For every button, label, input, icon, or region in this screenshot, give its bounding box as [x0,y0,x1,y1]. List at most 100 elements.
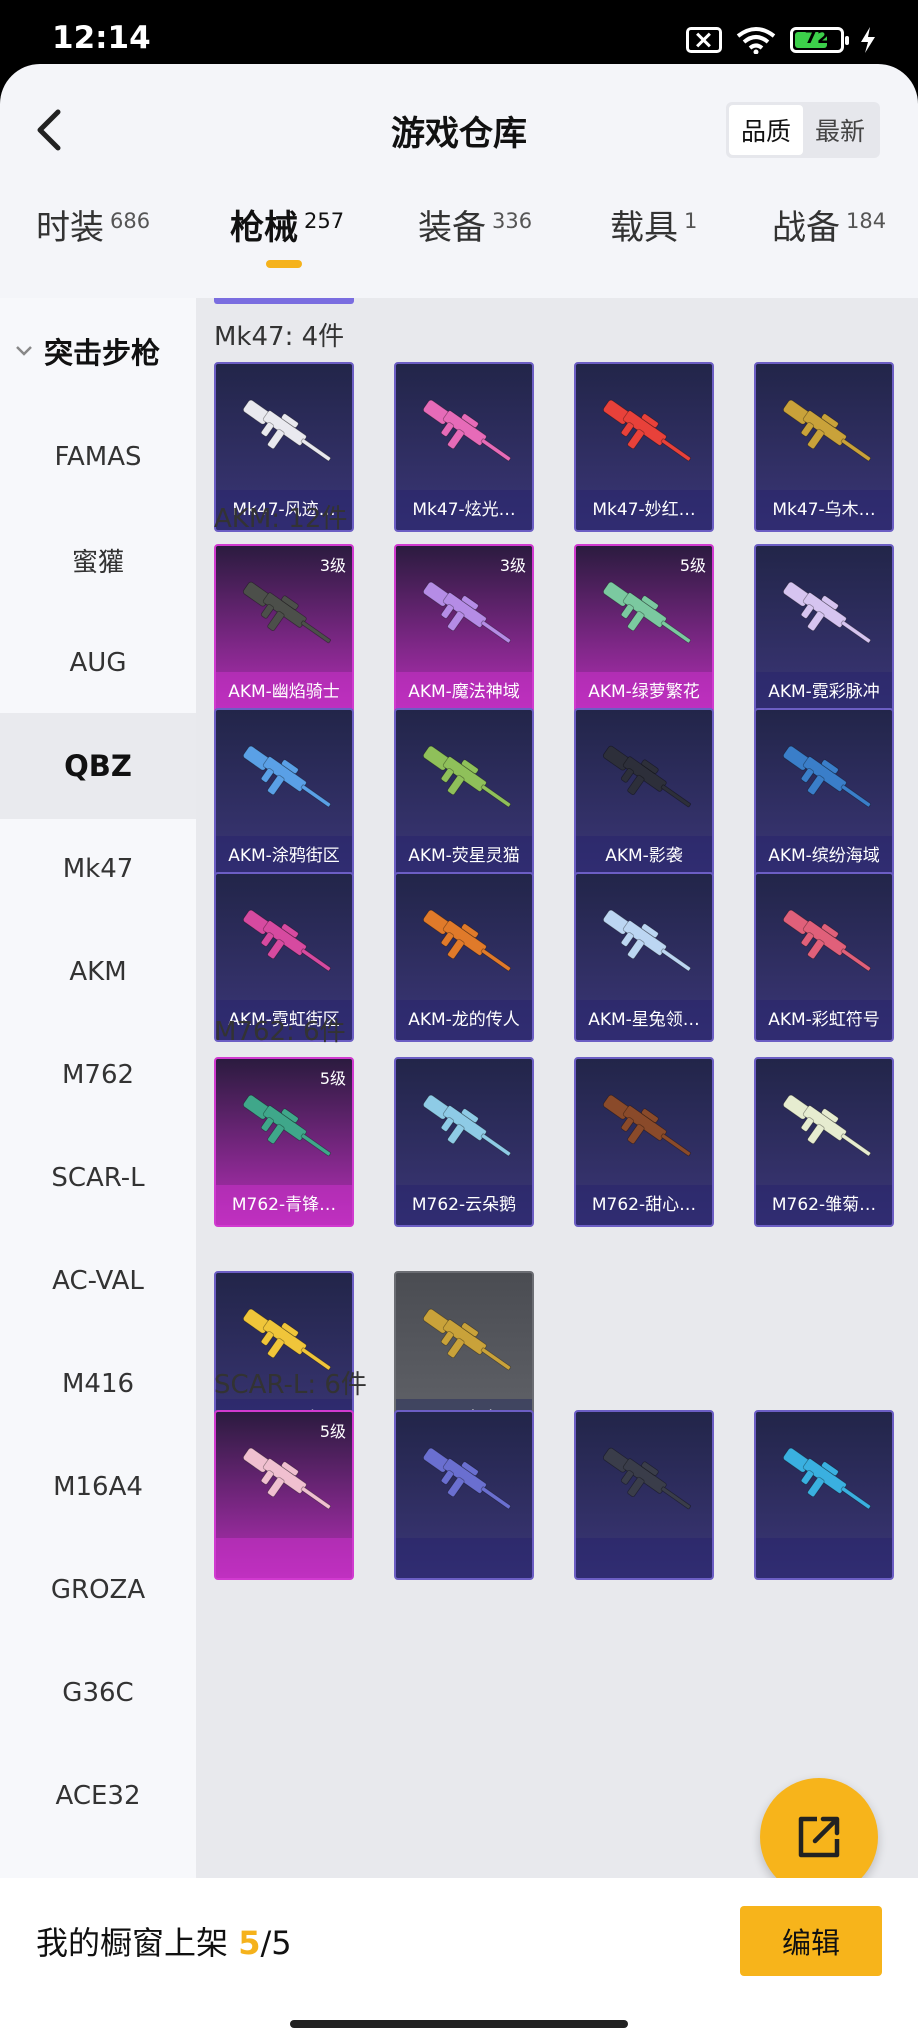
weapon-card[interactable]: AKM-影袭 [574,708,714,878]
weapon-level: 5级 [319,1069,346,1088]
weapon-icon [782,581,871,644]
tab-label: 载具 [610,208,678,248]
weapon-card[interactable]: Mk47-炫光… [394,362,534,532]
weapon-name: M762-云朵鹅 [396,1185,532,1225]
weapon-name: AKM-绿萝繁花 [576,672,712,712]
sidebar-item[interactable]: SCAR-L [0,1125,196,1231]
weapon-icon [602,1094,691,1157]
weapon-card[interactable]: AKM-涂鸦街区 [214,708,354,878]
weapon-card[interactable]: M762-云朵鹅 [394,1057,534,1227]
weapon-icon [602,745,691,808]
weapon-card[interactable]: 5级 AKM-绿萝繁花 [574,544,714,714]
weapon-card[interactable] [754,1410,894,1580]
sidebar-item[interactable]: ACE32 [0,1743,196,1849]
weapon-name: M762-甜心… [576,1185,712,1225]
battery-icon: 72 [790,27,849,53]
weapon-name [216,1538,352,1578]
weapon-icon [782,399,871,462]
weapon-card[interactable]: AKM-荧星灵猫 [394,708,534,878]
weapon-card[interactable]: AKM-彩虹符号 [754,872,894,1042]
weapon-sidebar: 突击步枪 FAMAS 蜜獾 AUG QBZ Mk47 AKM M762 SCAR-L AC-VA… [0,298,196,1942]
tab-vehicles[interactable]: 载具 1 [610,206,697,290]
status-time: 12:14 [52,20,151,56]
home-indicator[interactable] [290,2020,628,2028]
category-tabs: 时装 686 枪械 257 装备 336 载具 1 战备 184 [0,206,918,290]
section-title: Mk47: 4件 [214,322,345,352]
weapon-name: M762-青锋… [216,1185,352,1225]
weapon-name: AKM-影袭 [576,836,712,876]
sidebar-item[interactable]: M16A4 [0,1434,196,1540]
chevron-down-icon [16,346,32,356]
sidebar-group-assault-rifles[interactable]: 突击步枪 [0,298,196,404]
weapon-grid[interactable]: Mk47: 4件 Mk47-风迹… Mk47-炫光… Mk47-妙红… Mk47-乌木…… [196,298,918,1942]
charging-icon [861,27,875,53]
weapon-icon [422,909,511,972]
weapon-name: Mk47-妙红… [576,490,712,530]
scrolled-card-edge [214,298,354,304]
sort-option-newest[interactable]: 最新 [803,105,877,155]
weapon-name: AKM-星兔领… [576,1000,712,1040]
tab-count: 184 [846,209,887,233]
weapon-card[interactable] [574,1410,714,1580]
sidebar-item[interactable]: QBZ [0,713,196,819]
weapon-icon [782,909,871,972]
weapon-level: 5级 [319,1422,346,1441]
weapon-name: Mk47-乌木… [756,490,892,530]
weapon-name: AKM-霓彩脉冲 [756,672,892,712]
weapon-name: Mk47-炫光… [396,490,532,530]
weapon-icon [242,581,331,644]
weapon-icon [782,745,871,808]
sidebar-item[interactable]: M416 [0,1331,196,1437]
weapon-card[interactable] [394,1410,534,1580]
tab-supplies[interactable]: 战备 184 [772,206,886,290]
tab-label: 时装 [36,208,104,248]
tab-fashion[interactable]: 时装 686 [36,206,150,290]
tab-label: 战备 [772,208,840,248]
weapon-icon [422,745,511,808]
section-title: AKM: 12件 [214,504,348,534]
sidebar-item[interactable]: AKM [0,919,196,1025]
edit-button[interactable]: 编辑 [740,1906,882,1976]
tab-equipment[interactable]: 装备 336 [418,206,532,290]
weapon-level: 3级 [499,556,526,575]
sidebar-item[interactable]: Mk47 [0,816,196,922]
weapon-card[interactable]: AKM-龙的传人 [394,872,534,1042]
showcase-current: 5 [238,1924,261,1962]
sidebar-item[interactable]: AC-VAL [0,1228,196,1334]
weapon-card[interactable]: AKM-星兔领… [574,872,714,1042]
weapon-card[interactable]: Mk47-乌木… [754,362,894,532]
weapon-card[interactable]: M762-甜心… [574,1057,714,1227]
weapon-card[interactable]: M762-雏菊… [754,1057,894,1227]
sidebar-item[interactable]: AUG [0,610,196,716]
weapon-card[interactable]: Mk47-妙红… [574,362,714,532]
tab-count: 257 [304,209,345,233]
weapon-icon [242,1094,331,1157]
weapon-name: M762-雏菊… [756,1185,892,1225]
weapon-icon [602,1447,691,1510]
sidebar-group-label: 突击步枪 [44,336,161,370]
weapon-icon [602,581,691,644]
status-icons: 72 [686,26,878,54]
weapon-icon [782,1094,871,1157]
wifi-icon [736,27,776,54]
weapon-card[interactable]: 3级 AKM-幽焰骑士 [214,544,354,714]
sort-option-quality[interactable]: 品质 [729,105,803,155]
sidebar-item[interactable]: 蜜獾 [0,507,196,613]
weapon-card[interactable]: AKM-霓彩脉冲 [754,544,894,714]
sidebar-item[interactable]: G36C [0,1640,196,1746]
tab-firearms[interactable]: 枪械 257 [230,206,344,290]
sidebar-item[interactable]: FAMAS [0,404,196,510]
weapon-icon [242,1447,331,1510]
showcase-total: /5 [260,1924,292,1962]
sidebar-item[interactable]: GROZA [0,1537,196,1643]
share-icon [798,1816,840,1858]
weapon-icon [422,1447,511,1510]
weapon-name [756,1538,892,1578]
weapon-card[interactable]: 3级 AKM-魔法神域 [394,544,534,714]
weapon-card[interactable]: AKM-缤纷海域 [754,708,894,878]
weapon-card[interactable]: 5级 [214,1410,354,1580]
sidebar-item[interactable]: M762 [0,1022,196,1128]
active-tab-indicator [266,260,302,268]
weapon-name: AKM-彩虹符号 [756,1000,892,1040]
weapon-card[interactable]: 5级 M762-青锋… [214,1057,354,1227]
